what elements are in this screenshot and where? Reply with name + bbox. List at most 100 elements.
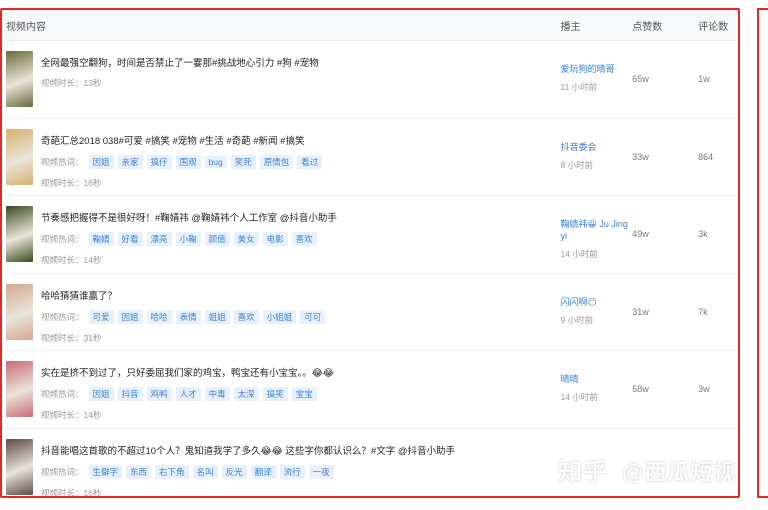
header-content[interactable]: 视频内容 — [2, 18, 560, 33]
hot-word-tag[interactable]: 因姐 — [88, 154, 114, 169]
hot-word-tag[interactable]: 姐姐 — [204, 309, 230, 324]
video-info: 哈哈猜猜谁赢了？ 视频热词： 可爱 因姐 哈哈 表情 姐姐 喜欢 小姐姐 可可 视频时长：31秒 — [41, 284, 560, 344]
hot-words-label: 视频热词： — [41, 466, 84, 477]
hot-word-tag[interactable]: 亲家 — [117, 154, 143, 169]
hot-word-tag[interactable]: 一夜 — [308, 464, 334, 479]
hot-words: 视频热词： 生僻字 东西 右下角 名叫 反光 翻译 流行 一夜 — [41, 464, 560, 479]
author-cell: 鞠婧祎😀 Ju Jing yi 14 小时前 — [560, 196, 632, 273]
hot-words: 视频热词： 鞠婧 好看 漂亮 小鞠 颜值 美女 电影 喜欢 — [41, 232, 560, 246]
video-duration: 视频时长：14秒 — [41, 255, 102, 265]
hot-word-tag[interactable]: 人才 — [175, 387, 201, 401]
hot-word-tag[interactable]: 生僻字 — [88, 464, 123, 479]
hot-word-tag[interactable]: 翻译 — [250, 464, 276, 479]
comments-count: 7k — [698, 306, 708, 317]
author-link[interactable]: 爱玩狗的晴哥 — [560, 63, 632, 75]
hot-word-tag[interactable]: 流行 — [279, 464, 305, 479]
table-row[interactable]: 奇葩汇总2018 038#可爱 #搞笑 #宠物 #生活 #奇葩 #新闻 #搞笑 … — [2, 119, 738, 196]
video-title[interactable]: 节奏感把握得不是很好呀！#鞠婧祎 @鞠婧祎个人工作室 @抖音小助手 — [41, 210, 560, 224]
table-row[interactable]: 实在是挤不到过了，只好委屈我们家的鸡宝，鸭宝还有小宝宝。。😂😂 视频热词： 因姐抖… — [2, 351, 738, 429]
hot-word-tag[interactable]: 鸡鸭 — [146, 387, 172, 401]
video-thumbnail[interactable] — [6, 128, 33, 185]
video-thumbnail[interactable] — [6, 438, 33, 495]
hot-word-tag[interactable]: 表情 — [175, 309, 201, 324]
video-title[interactable]: 全网最强空翻狗，时间是否禁止了一霎那#挑战地心引力 #狗 #宠物 — [41, 55, 560, 69]
video-title[interactable]: 奇葩汇总2018 038#可爱 #搞笑 #宠物 #生活 #奇葩 #新闻 #搞笑 — [41, 133, 560, 147]
hot-word-tag[interactable]: 因姐 — [88, 387, 114, 401]
hot-word-tag[interactable]: 右下角 — [155, 464, 189, 479]
hot-word-tag[interactable]: 小姐姐 — [262, 309, 297, 324]
author-cell: 晴晴 14 小时前 — [560, 351, 632, 428]
video-info: 抖音能唱这首歌的不超过10个人？鬼知道我学了多久😂😂 这些字你都认识么？#文字 … — [41, 439, 560, 498]
video-title[interactable]: 抖音能唱这首歌的不超过10个人？鬼知道我学了多久😂😂 这些字你都认识么？#文字 … — [41, 443, 560, 457]
hot-word-tag[interactable]: 可可 — [300, 309, 326, 324]
video-content-cell: 实在是挤不到过了，只好委屈我们家的鸡宝，鸭宝还有小宝宝。。😂😂 视频热词： 因姐抖… — [2, 351, 560, 428]
hot-word-tag[interactable]: 搞仔 — [146, 154, 172, 169]
hot-word-tag[interactable]: 哈哈 — [146, 309, 172, 324]
hot-word-tag[interactable]: 美女 — [233, 232, 259, 246]
header-likes[interactable]: 点赞数 — [632, 18, 698, 33]
video-title[interactable]: 哈哈猜猜谁赢了？ — [41, 288, 560, 302]
table-body: 全网最强空翻狗，时间是否禁止了一霎那#挑战地心引力 #狗 #宠物 视频时长：13… — [2, 41, 738, 498]
video-thumbnail[interactable] — [6, 283, 33, 340]
hot-words-label: 视频热词： — [41, 389, 84, 399]
table-row[interactable]: 全网最强空翻狗，时间是否禁止了一霎那#挑战地心引力 #狗 #宠物 视频时长：13… — [2, 41, 738, 119]
hot-words: 视频热词： 因姐 抖音 鸡鸭 人才 中毒 太深 搞笑 宝宝 — [41, 387, 560, 401]
comments-count: 3w — [698, 384, 710, 395]
hot-word-tag[interactable]: 搞笑 — [262, 387, 288, 401]
hot-word-tag[interactable]: 名叫 — [192, 464, 218, 479]
likes-count: 58w — [632, 384, 649, 395]
video-thumbnail[interactable] — [6, 361, 33, 417]
comments-count: 1w — [698, 74, 710, 85]
video-info: 节奏感把握得不是很好呀！#鞠婧祎 @鞠婧祎个人工作室 @抖音小助手 视频热词： 鞠… — [41, 206, 560, 266]
author-link[interactable]: 晴晴 — [560, 373, 632, 385]
table-row[interactable]: 哈哈猜猜谁赢了？ 视频热词： 可爱 因姐 哈哈 表情 姐姐 喜欢 小姐姐 可可 视频时长：31秒… — [2, 274, 738, 351]
video-duration: 视频时长：13秒 — [41, 78, 102, 88]
hot-word-tag[interactable]: bug — [204, 155, 227, 168]
video-content-cell: 哈哈猜猜谁赢了？ 视频热词： 可爱 因姐 哈哈 表情 姐姐 喜欢 小姐姐 可可 视频时长：31秒 — [2, 274, 560, 351]
hot-word-tag[interactable]: 笑死 — [230, 154, 256, 169]
video-thumbnail[interactable] — [6, 206, 33, 262]
table-row[interactable]: 节奏感把握得不是很好呀！#鞠婧祎 @鞠婧祎个人工作室 @抖音小助手 视频热词： 鞠… — [2, 196, 738, 274]
hot-word-tag[interactable]: 喜欢 — [291, 232, 317, 246]
hot-word-tag[interactable]: 喜欢 — [233, 309, 259, 324]
hot-word-tag[interactable]: 反光 — [221, 464, 247, 479]
video-thumbnail[interactable] — [6, 51, 33, 107]
post-time: 14 小时前 — [560, 249, 598, 259]
video-duration: 视频时长：16秒 — [41, 487, 102, 498]
side-highlight-frame — [757, 8, 768, 498]
hot-word-tag[interactable]: 抖音 — [117, 387, 143, 401]
hot-word-tag[interactable]: 颜值 — [204, 232, 230, 246]
video-content-cell: 全网最强空翻狗，时间是否禁止了一霎那#挑战地心引力 #狗 #宠物 视频时长：13… — [2, 41, 560, 118]
video-title[interactable]: 实在是挤不到过了，只好委屈我们家的鸡宝，鸭宝还有小宝宝。。😂😂 — [41, 365, 560, 379]
hot-word-tag[interactable]: 中毒 — [204, 387, 230, 401]
hot-word-tag[interactable]: 小鞠 — [175, 232, 201, 246]
hot-word-tag[interactable]: 宝宝 — [291, 387, 317, 401]
watermark: 知乎 @西瓜短视 — [558, 452, 736, 487]
hot-word-tag[interactable]: 鞠婧 — [88, 232, 114, 246]
hot-word-tag[interactable]: 可爱 — [88, 309, 114, 324]
hot-word-tag[interactable]: 原情包 — [259, 154, 294, 169]
video-duration: 视频时长：16秒 — [41, 177, 102, 188]
hot-word-tag[interactable]: 围观 — [175, 154, 201, 169]
author-cell: 抖音委会 8 小时前 — [560, 119, 632, 196]
video-content-cell: 节奏感把握得不是很好呀！#鞠婧祎 @鞠婧祎个人工作室 @抖音小助手 视频热词： 鞠… — [2, 196, 560, 273]
hot-word-tag[interactable]: 东西 — [126, 464, 152, 479]
hot-word-tag[interactable]: 看过 — [297, 154, 323, 169]
author-link[interactable]: 抖音委会 — [560, 141, 632, 153]
author-link[interactable]: 闪闪啊😶 — [560, 296, 632, 308]
author-link[interactable]: 鞠婧祎😀 Ju Jing yi — [560, 218, 632, 242]
hot-word-tag[interactable]: 电影 — [262, 232, 288, 246]
likes-count: 33w — [632, 151, 649, 162]
post-time: 14 小时前 — [560, 392, 598, 402]
hot-word-tag[interactable]: 太深 — [233, 387, 259, 401]
video-duration: 视频时长：31秒 — [41, 332, 102, 343]
video-info: 全网最强空翻狗，时间是否禁止了一霎那#挑战地心引力 #狗 #宠物 视频时长：13… — [41, 51, 560, 89]
likes-count: 49w — [632, 229, 649, 240]
header-author[interactable]: 播主 — [560, 18, 632, 33]
hot-word-tag[interactable]: 因姐 — [117, 309, 143, 324]
header-comments[interactable]: 评论数 — [698, 18, 738, 33]
hot-words-label: 视频热词： — [41, 156, 84, 167]
hot-words: 视频热词： 可爱 因姐 哈哈 表情 姐姐 喜欢 小姐姐 可可 — [41, 309, 560, 324]
hot-word-tag[interactable]: 好看 — [117, 232, 143, 246]
hot-word-tag[interactable]: 漂亮 — [146, 232, 172, 246]
